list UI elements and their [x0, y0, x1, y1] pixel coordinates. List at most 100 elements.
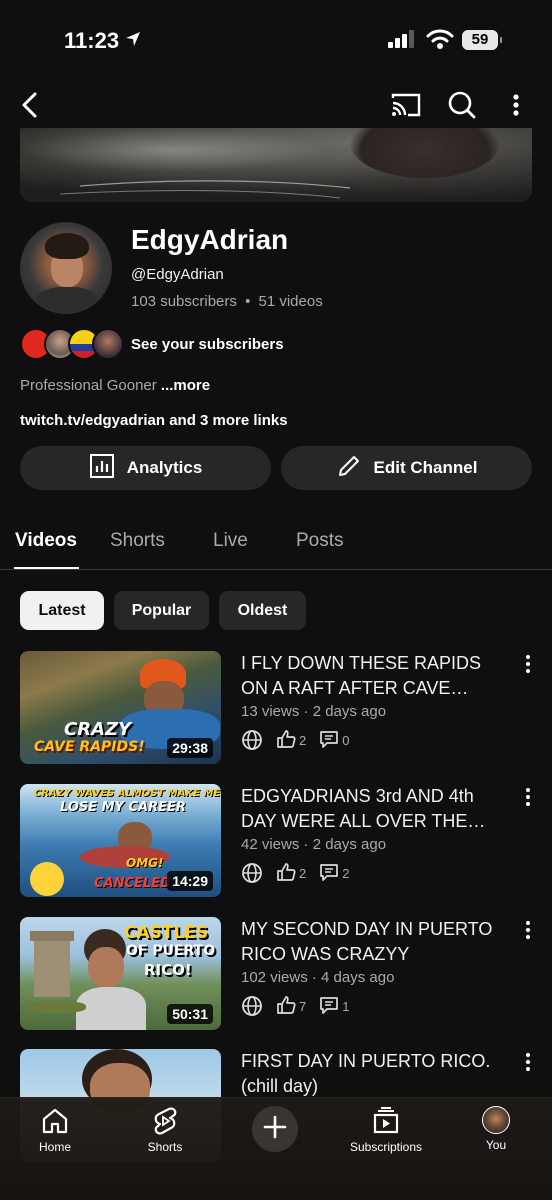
video-count: 51 videos [258, 293, 323, 310]
public-globe-icon [241, 995, 263, 1017]
public-globe-icon [241, 729, 263, 751]
thumbnail-text: OF PUERTO [126, 943, 216, 959]
channel-name: EdgyAdrian [131, 224, 289, 255]
video-meta: 42 views · 2 days ago [241, 836, 387, 853]
thumbnail-text: CASTLES [124, 923, 209, 943]
analytics-label: Analytics [126, 458, 203, 477]
pencil-icon [336, 453, 362, 484]
home-icon [10, 1106, 100, 1136]
video-more-icon[interactable] [522, 653, 534, 680]
chip-latest[interactable]: Latest [20, 591, 104, 630]
video-title[interactable]: I FLY DOWN THESE RAPIDS ON A RAFT AFTER … [241, 651, 513, 701]
channel-tabs: Videos Shorts Live Posts [0, 512, 552, 570]
bottom-nav: Home Shorts Subscriptions You [0, 1097, 552, 1200]
nav-shorts[interactable]: Shorts [120, 1106, 210, 1154]
active-tab-indicator [14, 567, 79, 569]
nav-home-label: Home [38, 1140, 71, 1154]
edit-channel-label: Edit Channel [373, 458, 478, 477]
see-subscribers-link[interactable]: See your subscribers [131, 336, 284, 353]
video-item[interactable]: CASTLES OF PUERTO RICO! 50:31 MY SECOND … [0, 917, 552, 1037]
comment-count: 2 [342, 865, 350, 881]
like-count: 7 [299, 998, 307, 1014]
thumbnail-text: CRAZY WAVES ALMOST MAKE ME [34, 788, 221, 799]
analytics-button[interactable]: Analytics [20, 446, 271, 490]
search-icon[interactable] [447, 90, 477, 125]
video-title[interactable]: FIRST DAY IN PUERTO RICO. (chill day) [241, 1049, 513, 1099]
tab-videos[interactable]: Videos [15, 530, 77, 552]
like-icon [275, 861, 297, 886]
nav-you[interactable]: You [451, 1106, 541, 1152]
more-vertical-icon[interactable] [508, 90, 524, 125]
like-icon [275, 994, 297, 1019]
user-avatar [482, 1106, 510, 1134]
public-globe-icon [241, 862, 263, 884]
thumbnail-text: CRAZY [64, 719, 132, 740]
tab-posts[interactable]: Posts [296, 530, 344, 552]
comment-count: 0 [342, 732, 350, 748]
thumbnail-text: RICO! [144, 961, 192, 979]
comment-count: 1 [342, 998, 350, 1014]
video-meta: 13 views · 2 days ago [241, 703, 387, 720]
edit-channel-button[interactable]: Edit Channel [281, 446, 532, 490]
tab-shorts[interactable]: Shorts [110, 530, 165, 552]
thumbnail-text: CAVE RAPIDS! [34, 739, 145, 755]
back-arrow-icon[interactable] [18, 90, 42, 125]
chip-oldest[interactable]: Oldest [219, 591, 306, 630]
video-meta: 102 views · 4 days ago [241, 969, 395, 986]
nav-subscriptions-label: Subscriptions [349, 1140, 423, 1154]
top-nav [0, 84, 552, 128]
status-time: 11:23 [64, 28, 120, 53]
video-stats: 2 2 [241, 862, 361, 884]
analytics-icon [89, 453, 115, 484]
video-more-icon[interactable] [522, 786, 534, 813]
video-more-icon[interactable] [522, 1051, 534, 1078]
create-button[interactable] [252, 1106, 298, 1152]
video-title[interactable]: EDGYADRIANS 3rd AND 4th DAY WERE ALL OVE… [241, 784, 513, 834]
channel-stats: 103 subscribers • 51 videos [131, 293, 323, 310]
like-icon [275, 728, 297, 753]
chip-popular[interactable]: Popular [114, 591, 209, 630]
thumbnail-text: LOSE MY CAREER [60, 800, 186, 815]
shorts-icon [120, 1106, 210, 1136]
video-thumbnail[interactable]: CASTLES OF PUERTO RICO! 50:31 [20, 917, 221, 1030]
subscriptions-icon [341, 1106, 431, 1136]
cast-icon[interactable] [390, 90, 422, 125]
description-text: Professional Gooner [20, 377, 157, 394]
video-thumbnail[interactable]: CRAZY WAVES ALMOST MAKE ME LOSE MY CAREE… [20, 784, 221, 897]
channel-handle: @EdgyAdrian [131, 266, 224, 283]
thumbnail-text: CANCELED [94, 876, 171, 891]
thumbnail-text: OMG! [126, 856, 164, 870]
like-count: 2 [299, 865, 307, 881]
subscriber-avatar [92, 328, 124, 360]
video-title[interactable]: MY SECOND DAY IN PUERTO RICO WAS CRAZYY [241, 917, 513, 967]
video-more-icon[interactable] [522, 919, 534, 946]
video-stats: 7 1 [241, 995, 361, 1017]
like-count: 2 [299, 732, 307, 748]
comment-icon [318, 994, 340, 1019]
nav-you-label: You [485, 1138, 507, 1152]
video-duration: 29:38 [167, 738, 213, 758]
cellular-signal-icon [388, 30, 416, 53]
video-stats: 2 0 [241, 729, 361, 751]
comment-icon [318, 861, 340, 886]
channel-avatar[interactable] [20, 222, 112, 314]
battery-indicator: 59 [462, 30, 502, 50]
nav-home[interactable]: Home [10, 1106, 100, 1154]
subscriber-count: 103 subscribers [131, 293, 237, 310]
channel-description[interactable]: Professional Gooner ...more [20, 377, 210, 394]
more-link[interactable]: ...more [161, 377, 210, 394]
video-duration: 50:31 [167, 1004, 213, 1024]
video-duration: 14:29 [167, 871, 213, 891]
nav-subscriptions[interactable]: Subscriptions [341, 1106, 431, 1154]
tab-live[interactable]: Live [213, 530, 248, 552]
nav-shorts-label: Shorts [147, 1140, 183, 1154]
stats-separator: • [245, 293, 251, 310]
channel-banner [20, 128, 532, 202]
plus-icon [262, 1114, 288, 1145]
video-item[interactable]: CRAZY CAVE RAPIDS! 29:38 I FLY DOWN THES… [0, 651, 552, 771]
video-item[interactable]: CRAZY WAVES ALMOST MAKE ME LOSE MY CAREE… [0, 784, 552, 904]
video-thumbnail[interactable]: CRAZY CAVE RAPIDS! 29:38 [20, 651, 221, 764]
channel-links[interactable]: twitch.tv/edgyadrian and 3 more links [20, 412, 288, 429]
wifi-icon [426, 28, 454, 55]
location-arrow-icon [124, 30, 142, 53]
